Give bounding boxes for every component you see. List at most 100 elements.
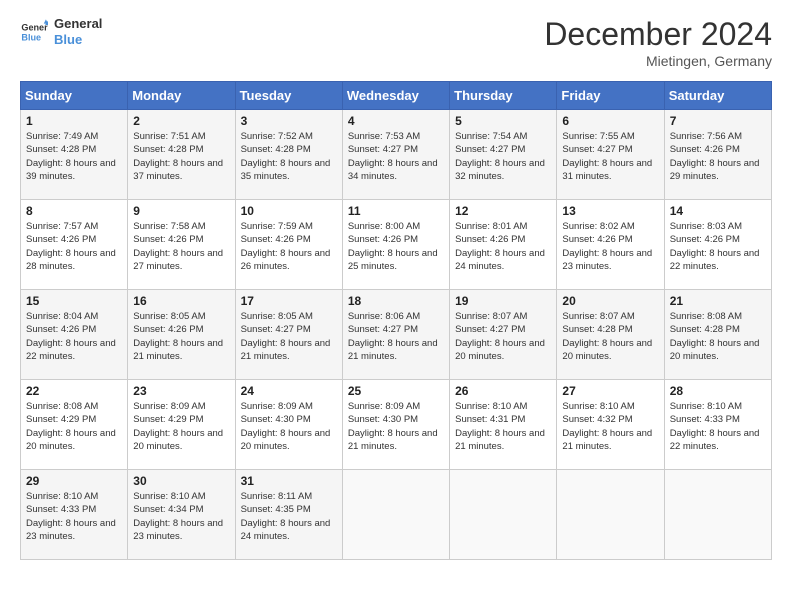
day-number: 31 xyxy=(241,474,337,488)
logo-blue: Blue xyxy=(54,32,102,48)
calendar-week-5: 29Sunrise: 8:10 AMSunset: 4:33 PMDayligh… xyxy=(21,470,772,560)
calendar-cell: 8 Sunrise: 7:57 AMSunset: 4:26 PMDaylight… xyxy=(21,200,128,290)
day-info: Sunrise: 8:03 AMSunset: 4:26 PMDaylight:… xyxy=(670,220,766,273)
day-info: Sunrise: 8:10 AMSunset: 4:32 PMDaylight:… xyxy=(562,400,658,453)
day-number: 16 xyxy=(133,294,229,308)
weekday-header-tuesday: Tuesday xyxy=(235,82,342,110)
logo-general: General xyxy=(54,16,102,32)
day-info: Sunrise: 7:53 AMSunset: 4:27 PMDaylight:… xyxy=(348,130,444,183)
calendar-table: SundayMondayTuesdayWednesdayThursdayFrid… xyxy=(20,81,772,560)
weekday-header-wednesday: Wednesday xyxy=(342,82,449,110)
calendar-cell xyxy=(342,470,449,560)
calendar-week-4: 22Sunrise: 8:08 AMSunset: 4:29 PMDayligh… xyxy=(21,380,772,470)
calendar-cell: 12Sunrise: 8:01 AMSunset: 4:26 PMDayligh… xyxy=(450,200,557,290)
calendar-cell xyxy=(450,470,557,560)
calendar-cell: 5 Sunrise: 7:54 AMSunset: 4:27 PMDaylight… xyxy=(450,110,557,200)
calendar-cell: 23 Sunrise: 8:09 AMSunset: 4:29 PMDayligh… xyxy=(128,380,235,470)
calendar-cell: 1 Sunrise: 7:49 AMSunset: 4:28 PMDaylight… xyxy=(21,110,128,200)
day-info: Sunrise: 8:05 AMSunset: 4:26 PMDaylight:… xyxy=(133,310,229,363)
day-number: 21 xyxy=(670,294,766,308)
day-info: Sunrise: 8:09 AMSunset: 4:30 PMDaylight:… xyxy=(348,400,444,453)
day-number: 29 xyxy=(26,474,122,488)
day-info: Sunrise: 8:04 AMSunset: 4:26 PMDaylight:… xyxy=(26,310,122,363)
day-number: 23 xyxy=(133,384,229,398)
calendar-cell: 25 Sunrise: 8:09 AMSunset: 4:30 PMDayligh… xyxy=(342,380,449,470)
day-number: 7 xyxy=(670,114,766,128)
day-number: 6 xyxy=(562,114,658,128)
day-number: 1 xyxy=(26,114,122,128)
calendar-cell xyxy=(664,470,771,560)
day-number: 28 xyxy=(670,384,766,398)
day-number: 8 xyxy=(26,204,122,218)
header: General Blue General Blue December 2024 … xyxy=(20,16,772,69)
day-info: Sunrise: 8:08 AMSunset: 4:29 PMDaylight:… xyxy=(26,400,122,453)
day-number: 13 xyxy=(562,204,658,218)
calendar-cell: 4 Sunrise: 7:53 AMSunset: 4:27 PMDaylight… xyxy=(342,110,449,200)
day-info: Sunrise: 8:09 AMSunset: 4:29 PMDaylight:… xyxy=(133,400,229,453)
day-number: 2 xyxy=(133,114,229,128)
calendar-cell: 26 Sunrise: 8:10 AMSunset: 4:31 PMDayligh… xyxy=(450,380,557,470)
calendar-cell: 3 Sunrise: 7:52 AMSunset: 4:28 PMDaylight… xyxy=(235,110,342,200)
day-number: 17 xyxy=(241,294,337,308)
day-info: Sunrise: 8:10 AMSunset: 4:33 PMDaylight:… xyxy=(670,400,766,453)
day-info: Sunrise: 8:05 AMSunset: 4:27 PMDaylight:… xyxy=(241,310,337,363)
weekday-header-thursday: Thursday xyxy=(450,82,557,110)
calendar-cell: 21Sunrise: 8:08 AMSunset: 4:28 PMDayligh… xyxy=(664,290,771,380)
day-number: 3 xyxy=(241,114,337,128)
day-number: 10 xyxy=(241,204,337,218)
calendar-cell: 13 Sunrise: 8:02 AMSunset: 4:26 PMDayligh… xyxy=(557,200,664,290)
day-info: Sunrise: 8:00 AMSunset: 4:26 PMDaylight:… xyxy=(348,220,444,273)
calendar-cell: 19 Sunrise: 8:07 AMSunset: 4:27 PMDayligh… xyxy=(450,290,557,380)
calendar-cell: 16 Sunrise: 8:05 AMSunset: 4:26 PMDayligh… xyxy=(128,290,235,380)
day-number: 9 xyxy=(133,204,229,218)
day-info: Sunrise: 7:59 AMSunset: 4:26 PMDaylight:… xyxy=(241,220,337,273)
calendar-cell: 17 Sunrise: 8:05 AMSunset: 4:27 PMDayligh… xyxy=(235,290,342,380)
day-info: Sunrise: 7:49 AMSunset: 4:28 PMDaylight:… xyxy=(26,130,122,183)
calendar-body: 1 Sunrise: 7:49 AMSunset: 4:28 PMDaylight… xyxy=(21,110,772,560)
day-number: 18 xyxy=(348,294,444,308)
day-number: 25 xyxy=(348,384,444,398)
day-info: Sunrise: 7:57 AMSunset: 4:26 PMDaylight:… xyxy=(26,220,122,273)
day-info: Sunrise: 8:06 AMSunset: 4:27 PMDaylight:… xyxy=(348,310,444,363)
calendar-week-2: 8 Sunrise: 7:57 AMSunset: 4:26 PMDaylight… xyxy=(21,200,772,290)
day-number: 5 xyxy=(455,114,551,128)
weekday-header-friday: Friday xyxy=(557,82,664,110)
calendar-cell: 2 Sunrise: 7:51 AMSunset: 4:28 PMDaylight… xyxy=(128,110,235,200)
day-number: 20 xyxy=(562,294,658,308)
day-number: 19 xyxy=(455,294,551,308)
day-number: 11 xyxy=(348,204,444,218)
main-container: General Blue General Blue December 2024 … xyxy=(0,0,792,570)
month-title: December 2024 xyxy=(544,16,772,53)
calendar-week-3: 15 Sunrise: 8:04 AMSunset: 4:26 PMDayligh… xyxy=(21,290,772,380)
calendar-cell: 28 Sunrise: 8:10 AMSunset: 4:33 PMDayligh… xyxy=(664,380,771,470)
calendar-cell: 18 Sunrise: 8:06 AMSunset: 4:27 PMDayligh… xyxy=(342,290,449,380)
calendar-cell: 20Sunrise: 8:07 AMSunset: 4:28 PMDayligh… xyxy=(557,290,664,380)
weekday-header-saturday: Saturday xyxy=(664,82,771,110)
day-info: Sunrise: 7:58 AMSunset: 4:26 PMDaylight:… xyxy=(133,220,229,273)
day-number: 26 xyxy=(455,384,551,398)
day-info: Sunrise: 7:52 AMSunset: 4:28 PMDaylight:… xyxy=(241,130,337,183)
day-number: 27 xyxy=(562,384,658,398)
day-info: Sunrise: 8:07 AMSunset: 4:27 PMDaylight:… xyxy=(455,310,551,363)
day-info: Sunrise: 7:51 AMSunset: 4:28 PMDaylight:… xyxy=(133,130,229,183)
day-info: Sunrise: 8:10 AMSunset: 4:31 PMDaylight:… xyxy=(455,400,551,453)
day-number: 15 xyxy=(26,294,122,308)
title-block: December 2024 Mietingen, Germany xyxy=(544,16,772,69)
calendar-cell: 24Sunrise: 8:09 AMSunset: 4:30 PMDayligh… xyxy=(235,380,342,470)
calendar-cell: 22Sunrise: 8:08 AMSunset: 4:29 PMDayligh… xyxy=(21,380,128,470)
calendar-week-1: 1 Sunrise: 7:49 AMSunset: 4:28 PMDaylight… xyxy=(21,110,772,200)
day-number: 4 xyxy=(348,114,444,128)
calendar-cell: 9 Sunrise: 7:58 AMSunset: 4:26 PMDaylight… xyxy=(128,200,235,290)
logo: General Blue General Blue xyxy=(20,16,102,47)
svg-text:Blue: Blue xyxy=(21,32,41,42)
day-info: Sunrise: 8:11 AMSunset: 4:35 PMDaylight:… xyxy=(241,490,337,543)
calendar-cell: 27 Sunrise: 8:10 AMSunset: 4:32 PMDayligh… xyxy=(557,380,664,470)
calendar-cell: 30Sunrise: 8:10 AMSunset: 4:34 PMDayligh… xyxy=(128,470,235,560)
weekday-header-monday: Monday xyxy=(128,82,235,110)
day-number: 24 xyxy=(241,384,337,398)
day-info: Sunrise: 8:02 AMSunset: 4:26 PMDaylight:… xyxy=(562,220,658,273)
day-info: Sunrise: 7:54 AMSunset: 4:27 PMDaylight:… xyxy=(455,130,551,183)
day-info: Sunrise: 8:01 AMSunset: 4:26 PMDaylight:… xyxy=(455,220,551,273)
calendar-cell xyxy=(557,470,664,560)
calendar-cell: 31 Sunrise: 8:11 AMSunset: 4:35 PMDayligh… xyxy=(235,470,342,560)
